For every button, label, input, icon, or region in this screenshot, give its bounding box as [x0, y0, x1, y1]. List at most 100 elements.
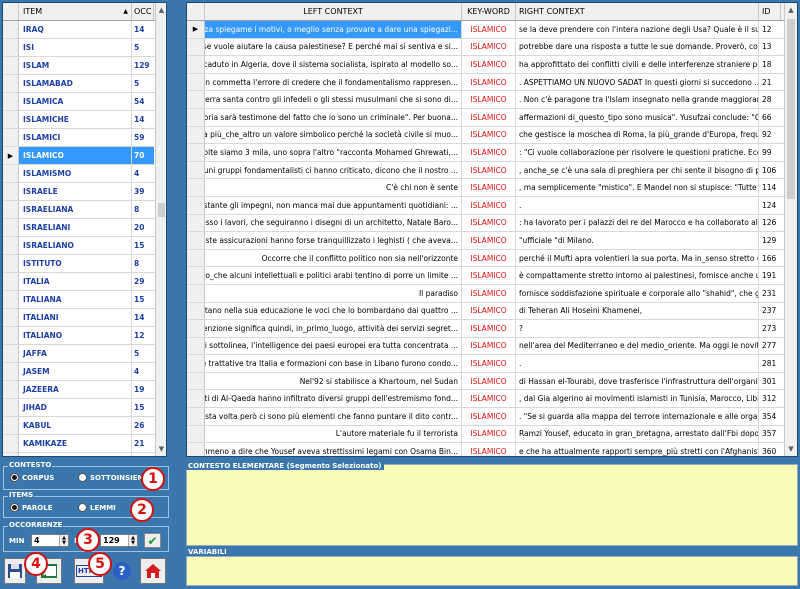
item-cell[interactable]: ISI [19, 39, 132, 56]
key-word-cell[interactable]: ISLAMICO [462, 56, 516, 73]
left-context-cell[interactable]: "Alcuni gruppi fondamentalisti ci hanno … [205, 161, 462, 179]
scroll-down-icon[interactable]: ▼ [156, 442, 166, 456]
item-row[interactable]: ISLAMICHE 14 [3, 111, 166, 129]
sottoinsieme-radio[interactable]: SOTTOINSIEME [78, 473, 149, 482]
concordance-row[interactable]: "Ha più_che_altro un valore simbolico pe… [187, 126, 797, 145]
left-context-cell[interactable]: L'autore materiale fu il terrorista [205, 425, 462, 443]
help-button[interactable]: ? [110, 558, 134, 584]
occ-cell[interactable]: 8 [132, 255, 154, 272]
id-cell[interactable]: 273 [759, 320, 781, 337]
item-row[interactable]: IRAQ 14 [3, 21, 166, 39]
key-word-cell[interactable]: ISLAMICO [462, 73, 516, 91]
row-selector[interactable] [187, 302, 205, 320]
row-selector[interactable] [3, 291, 19, 308]
item-cell[interactable]: ISLAMISMO [19, 165, 132, 182]
row-selector[interactable] [187, 284, 205, 302]
row-selector[interactable]: ▶ [3, 147, 19, 164]
concordance-row[interactable]: Il paradiso ISLAMICO fornisce soddisfazi… [187, 284, 797, 303]
occ-cell[interactable]: 39 [132, 183, 154, 200]
left-context-cell[interactable]: C'è chi non è sente [205, 179, 462, 196]
item-row[interactable]: KABUL 26 [3, 417, 166, 435]
left-context-cell[interactable]: Contano nella sua educazione le voci che… [205, 302, 462, 320]
item-cell[interactable]: ISLAM [19, 57, 132, 74]
lemmi-radio[interactable]: LEMMI [78, 503, 116, 512]
row-selector[interactable] [187, 179, 205, 196]
key-word-cell[interactable]: ISLAMICO [462, 249, 516, 267]
occ-cell[interactable]: 14 [132, 309, 154, 326]
parole-radio[interactable]: PAROLE [10, 503, 53, 512]
id-cell[interactable]: 18 [759, 56, 781, 73]
row-selector[interactable] [187, 73, 205, 91]
key-word-cell[interactable]: ISLAMICO [462, 390, 516, 408]
row-selector[interactable] [3, 129, 19, 146]
left-context-cell[interactable]: senza spiegame i motivi, o meglio senza … [205, 21, 462, 38]
key-word-cell[interactable]: ISLAMICO [462, 355, 516, 372]
id-cell[interactable]: 312 [759, 390, 781, 407]
row-selector[interactable] [187, 425, 205, 443]
item-cell[interactable]: JAZEERA [19, 381, 132, 398]
left-context-cell[interactable]: Nel'92 si stabilisce a Khartoum, nel Sud… [205, 372, 462, 390]
item-row[interactable]: ISRAELIANO 15 [3, 237, 166, 255]
item-cell[interactable]: ISRAELE [19, 183, 132, 200]
left-context-cell[interactable]: Poi, si sottolinea, l'intelligence dei p… [205, 337, 462, 355]
id-cell[interactable]: 99 [759, 144, 781, 161]
item-cell[interactable]: ITALIANI [19, 309, 132, 326]
right-context-cell[interactable]: : "Ci vuole collaborazione per risolvere… [516, 144, 759, 161]
row-selector[interactable] [187, 91, 205, 108]
key-word-header[interactable]: KEY-WORD [462, 3, 516, 20]
id-cell[interactable]: 12 [759, 21, 781, 38]
id-cell[interactable]: 354 [759, 408, 781, 425]
right-context-cell[interactable]: è compattamente stretto intorno ai pales… [516, 267, 759, 284]
occ-cell[interactable]: 59 [132, 129, 154, 146]
occ-cell[interactable]: 29 [132, 273, 154, 290]
concordance-row[interactable]: Questa volta però ci sono più elementi c… [187, 408, 797, 426]
id-cell[interactable]: 357 [759, 426, 781, 443]
right-context-cell[interactable]: affermazioni di_questo_tipo sono musica"… [516, 108, 759, 126]
occ-cell[interactable]: 8 [132, 201, 154, 218]
concordance-row[interactable]: Nemmeno a dire che Yousef aveva strettis… [187, 443, 797, 456]
id-cell[interactable]: 191 [759, 267, 781, 284]
concordance-row[interactable]: la guerra santa contro gli infedeli o gl… [187, 91, 797, 109]
concordance-row[interactable]: Nel'92 si stabilisce a Khartoum, nel Sud… [187, 372, 797, 391]
row-selector[interactable] [187, 249, 205, 267]
concordance-row[interactable]: Adesso i lavori, che seguiranno i disegn… [187, 214, 797, 233]
occ-cell[interactable]: 20 [132, 219, 154, 236]
concordance-row[interactable]: ▶ senza spiegame i motivi, o meglio senz… [187, 21, 797, 39]
occ-cell[interactable]: 15 [132, 237, 154, 254]
left-context-cell[interactable]: Militanti di Al-Qaeda hanno infiltrato d… [205, 390, 462, 408]
home-button[interactable] [140, 558, 166, 584]
left-context-cell[interactable]: Ma non commetta l'errore di credere che … [205, 73, 462, 91]
concordance-row[interactable]: Militanti di Al-Qaeda hanno infiltrato d… [187, 390, 797, 409]
id-cell[interactable]: 114 [759, 179, 781, 196]
right-context-cell[interactable]: , ma semplicemente "mistico". E Mandel n… [516, 179, 759, 196]
save-button[interactable] [4, 558, 26, 584]
item-row[interactable]: ISLAMABAD 5 [3, 75, 166, 93]
occ-cell[interactable]: 4 [132, 165, 154, 182]
left-context-cell[interactable]: la guerra santa contro gli infedeli o gl… [205, 91, 462, 108]
row-selector[interactable] [187, 372, 205, 390]
concordance-row[interactable]: la storia sarà testimone del fatto che i… [187, 108, 797, 127]
concordance-row[interactable]: il_fatto_che alcuni intellettuali e poli… [187, 267, 797, 285]
occ-cell[interactable]: 19 [132, 381, 154, 398]
item-row[interactable]: ITALIANA 15 [3, 291, 166, 309]
row-selector[interactable] [3, 345, 19, 362]
row-selector[interactable] [3, 363, 19, 380]
item-cell[interactable]: ISRAELIANA [19, 201, 132, 218]
right-context-cell[interactable]: . "Se si guarda alla mappa del terrore i… [516, 408, 759, 425]
id-cell[interactable]: 360 [759, 443, 781, 456]
row-selector[interactable] [187, 214, 205, 232]
concordance-row[interactable]: Occorre che il conflitto politico non si… [187, 249, 797, 268]
concordance-row[interactable]: Forse vuole aiutare la causa palestinese… [187, 38, 797, 57]
concordance-row[interactable]: "Alcuni gruppi fondamentalisti ci hanno … [187, 161, 797, 180]
occ-cell[interactable]: 129 [132, 57, 154, 74]
occ-cell[interactable]: 5 [132, 453, 154, 456]
item-cell[interactable]: JASEM [19, 363, 132, 380]
item-row[interactable]: ITALIA 29 [3, 273, 166, 291]
item-cell[interactable]: ITALIANO [19, 327, 132, 344]
occ-cell[interactable]: 5 [132, 345, 154, 362]
items-scrollbar[interactable]: ▲ ▼ [155, 3, 166, 456]
right-context-cell[interactable]: fornisce soddisfazione spirituale e corp… [516, 284, 759, 302]
occ-cell[interactable]: 26 [132, 417, 154, 434]
row-selector[interactable] [3, 39, 19, 56]
row-selector[interactable] [3, 21, 19, 38]
